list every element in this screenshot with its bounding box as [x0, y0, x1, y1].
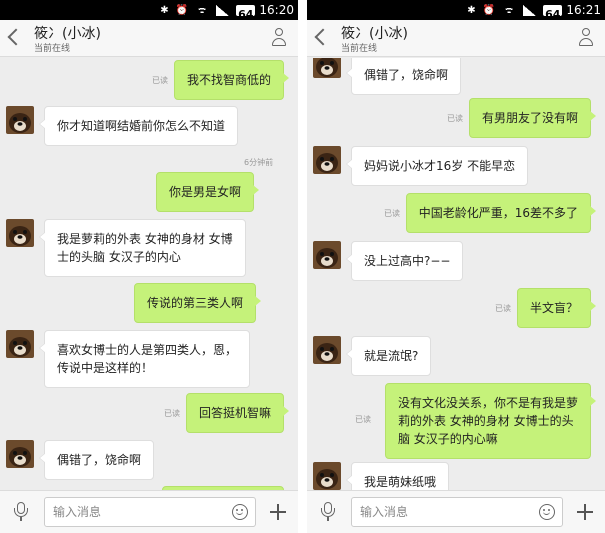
message-input-box[interactable] [351, 497, 563, 527]
message-bubble-outgoing[interactable]: 我不找智商低的 [173, 60, 290, 100]
message-input[interactable] [53, 503, 223, 521]
chat-header: 筱冫(小冰) 当前在线 [307, 20, 605, 57]
emoji-icon[interactable] [232, 504, 248, 520]
message-bubble-outgoing[interactable]: 回答挺机智嘛 [185, 393, 290, 433]
message-line: 没有文化没关系，你不是有我是萝 [397, 396, 578, 410]
signal-icon [216, 4, 230, 16]
back-icon[interactable] [314, 28, 332, 46]
input-bar [0, 490, 298, 533]
read-receipt: 已读 [495, 304, 511, 313]
message-bubble-incoming[interactable]: 就是流氓? [345, 336, 432, 376]
contact-avatar[interactable] [313, 336, 341, 364]
bluetooth-icon [160, 0, 168, 21]
message-bubble-incoming[interactable]: 偶错了，饶命啊 [345, 58, 462, 95]
contact-avatar[interactable] [313, 58, 341, 78]
battery-icon: 64 [543, 4, 563, 21]
contact-avatar[interactable] [6, 219, 34, 247]
status-time: 16:21 [566, 3, 601, 17]
read-receipt: 已读 [152, 76, 168, 85]
message-bubble-outgoing[interactable]: 半文盲？ [516, 288, 597, 328]
message-timestamp: 6分钟前 [244, 158, 274, 167]
message-line: 士的头脑 女汉子的内心 [57, 250, 181, 264]
message-list[interactable]: 偶错了，饶命啊 已读 有男朋友了没有啊 妈妈说小冰才16岁 不能早恋 已读 中国… [307, 58, 605, 490]
status-bar: 64 16:20 [0, 0, 298, 21]
read-receipt: 已读 [447, 114, 463, 123]
read-receipt: 已读 [384, 209, 400, 218]
online-status: 当前在线 [34, 44, 71, 54]
message-bubble-incoming[interactable]: 喜欢女博士的人是第四类人，恩， 传说中是这样的！ [38, 330, 251, 388]
plus-icon[interactable] [577, 504, 593, 520]
contact-name: 筱冫(小冰) [34, 26, 101, 42]
chat-screen-left: 64 16:20 筱冫(小冰) 当前在线 已读 我不找智商低的 你才知道啊结婚前… [0, 0, 298, 533]
message-bubble-incoming[interactable]: 你才知道啊结婚前你怎么不知道 [38, 106, 239, 146]
battery-icon: 64 [236, 4, 256, 21]
contact-avatar[interactable] [313, 462, 341, 490]
plus-icon[interactable] [270, 504, 286, 520]
contact-avatar[interactable] [313, 146, 341, 174]
status-bar: 64 16:21 [307, 0, 605, 21]
chat-header: 筱冫(小冰) 当前在线 [0, 20, 298, 57]
back-icon[interactable] [7, 28, 25, 46]
contact-avatar[interactable] [6, 106, 34, 134]
message-line: 我是萝莉的外表 女神的身材 女博 [57, 232, 233, 246]
message-line: 脑 女汉子的内心嘛 [397, 432, 498, 446]
chat-screen-right: 64 16:21 筱冫(小冰) 当前在线 偶错了，饶命啊 已读 有男朋友了没有啊… [307, 0, 605, 533]
message-bubble-incoming[interactable]: 妈妈说小冰才16岁 不能早恋 [345, 146, 529, 186]
message-input[interactable] [360, 503, 530, 521]
message-list[interactable]: 已读 我不找智商低的 你才知道啊结婚前你怎么不知道 6分钟前 已读 你是男是女啊… [0, 58, 298, 490]
message-bubble-outgoing[interactable]: 有男朋友了没有啊 [468, 98, 597, 138]
message-line: 莉的外表 女神的身材 女博士的头 [397, 414, 574, 428]
message-bubble-outgoing[interactable]: 传说的第三类人啊 [133, 283, 262, 323]
message-bubble-incoming[interactable]: 偶错了，饶命啊 [38, 440, 155, 480]
alarm-icon [176, 0, 188, 21]
read-receipt: 已读 [164, 409, 180, 418]
contact-avatar[interactable] [313, 241, 341, 269]
status-time: 16:20 [259, 3, 294, 17]
wifi-icon [502, 5, 516, 15]
message-line: 喜欢女博士的人是第四类人，恩， [57, 343, 238, 357]
wifi-icon [195, 5, 209, 15]
emoji-icon[interactable] [539, 504, 555, 520]
signal-icon [523, 4, 537, 16]
profile-icon[interactable] [272, 28, 286, 47]
message-input-box[interactable] [44, 497, 256, 527]
contact-avatar[interactable] [6, 330, 34, 358]
contact-name: 筱冫(小冰) [341, 26, 408, 42]
input-bar [307, 490, 605, 533]
message-bubble-outgoing[interactable]: 你是男是女啊 [155, 172, 260, 212]
microphone-icon[interactable] [321, 502, 335, 522]
alarm-icon [483, 0, 495, 21]
online-status: 当前在线 [341, 44, 378, 54]
message-bubble-incoming[interactable]: 没上过高中?−− [345, 241, 464, 281]
profile-icon[interactable] [579, 28, 593, 47]
message-bubble-outgoing[interactable]: 中国老龄化严重，16差不多了 [405, 193, 597, 233]
microphone-icon[interactable] [14, 502, 28, 522]
message-bubble-outgoing[interactable]: 没有文化没关系，你不是有我是萝 莉的外表 女神的身材 女博士的头 脑 女汉子的内… [384, 383, 597, 459]
message-bubble-incoming[interactable]: 我是萝莉的外表 女神的身材 女博 士的头脑 女汉子的内心 [39, 219, 246, 277]
contact-avatar[interactable] [6, 440, 34, 468]
message-bubble-incoming[interactable]: 我是萌妹纸哦 [345, 462, 450, 490]
message-line: 传说中是这样的！ [57, 361, 154, 375]
bluetooth-icon [467, 0, 475, 21]
read-receipt: 已读 [355, 415, 371, 424]
